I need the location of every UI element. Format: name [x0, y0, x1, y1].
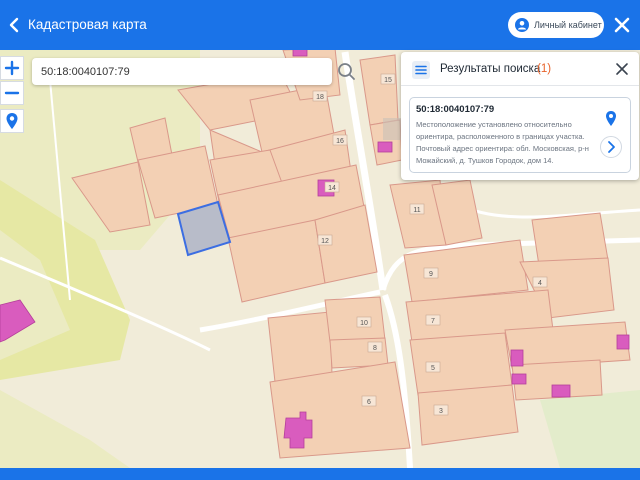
search-input[interactable] [41, 63, 301, 80]
parcel-label: 3 [439, 408, 443, 415]
building [551, 384, 571, 398]
back-button[interactable] [6, 13, 24, 37]
parcel[interactable] [324, 296, 386, 343]
parcel-label: 16 [336, 138, 344, 145]
result-card[interactable]: 50:18:0040107:79 Местоположение установл… [409, 97, 631, 173]
result-number: 50:18:0040107:79 [416, 104, 495, 115]
open-details-button[interactable] [600, 136, 622, 158]
parcel-label: 6 [367, 399, 371, 406]
parcel[interactable] [267, 311, 333, 383]
top-bar: Кадастровая карта Личный кабинет [0, 0, 640, 50]
zoom-in-button[interactable] [0, 56, 24, 80]
parcel[interactable] [409, 332, 513, 396]
parcel-label: 12 [321, 238, 329, 245]
search-box [32, 58, 355, 85]
search-icon[interactable] [337, 58, 357, 85]
parcel-label: 11 [413, 207, 420, 214]
close-map-button[interactable] [611, 14, 633, 36]
building [292, 50, 308, 57]
cabinet-label: Личный кабинет [534, 20, 602, 30]
menu-icon [415, 65, 427, 75]
search-results-panel: Результаты поиска (1) 50:18:0040107:79 М… [401, 52, 639, 180]
parcel[interactable] [504, 321, 631, 369]
parcel-label: 15 [384, 77, 392, 84]
parcel-label: 18 [316, 94, 324, 101]
page-title: Кадастровая карта [28, 17, 147, 32]
close-icon [616, 63, 628, 75]
user-icon [515, 18, 529, 32]
overlay-box [383, 118, 401, 140]
results-count: (1) [537, 63, 552, 75]
menu-button[interactable] [412, 61, 430, 79]
building [616, 334, 630, 350]
parcel-label: 9 [429, 271, 433, 278]
locate-button[interactable] [0, 109, 24, 133]
parcel-label: 4 [538, 280, 542, 287]
personal-cabinet-button[interactable]: Личный кабинет [508, 12, 604, 38]
close-icon [614, 17, 630, 33]
zoom-out-button[interactable] [0, 81, 24, 105]
location-pin-icon [6, 113, 18, 129]
results-title: Результаты поиска [440, 63, 541, 75]
parcel-label: 14 [328, 185, 336, 192]
chevron-right-icon [608, 141, 615, 153]
building [511, 373, 527, 385]
plus-icon [4, 60, 20, 76]
result-description: Местоположение установлено относительно … [416, 120, 589, 165]
chevron-left-icon [9, 17, 19, 33]
show-on-map-button[interactable] [601, 109, 621, 129]
building [377, 141, 393, 153]
building [510, 349, 524, 367]
close-results-button[interactable] [615, 62, 629, 76]
parcel-label: 10 [360, 320, 368, 327]
divider [401, 85, 639, 86]
parcel-label: 7 [431, 318, 435, 325]
minus-icon [4, 91, 20, 95]
bottom-bar [0, 468, 640, 480]
parcel-label: 8 [373, 345, 377, 352]
location-pin-icon [606, 111, 616, 126]
parcel-label: 5 [431, 365, 435, 372]
